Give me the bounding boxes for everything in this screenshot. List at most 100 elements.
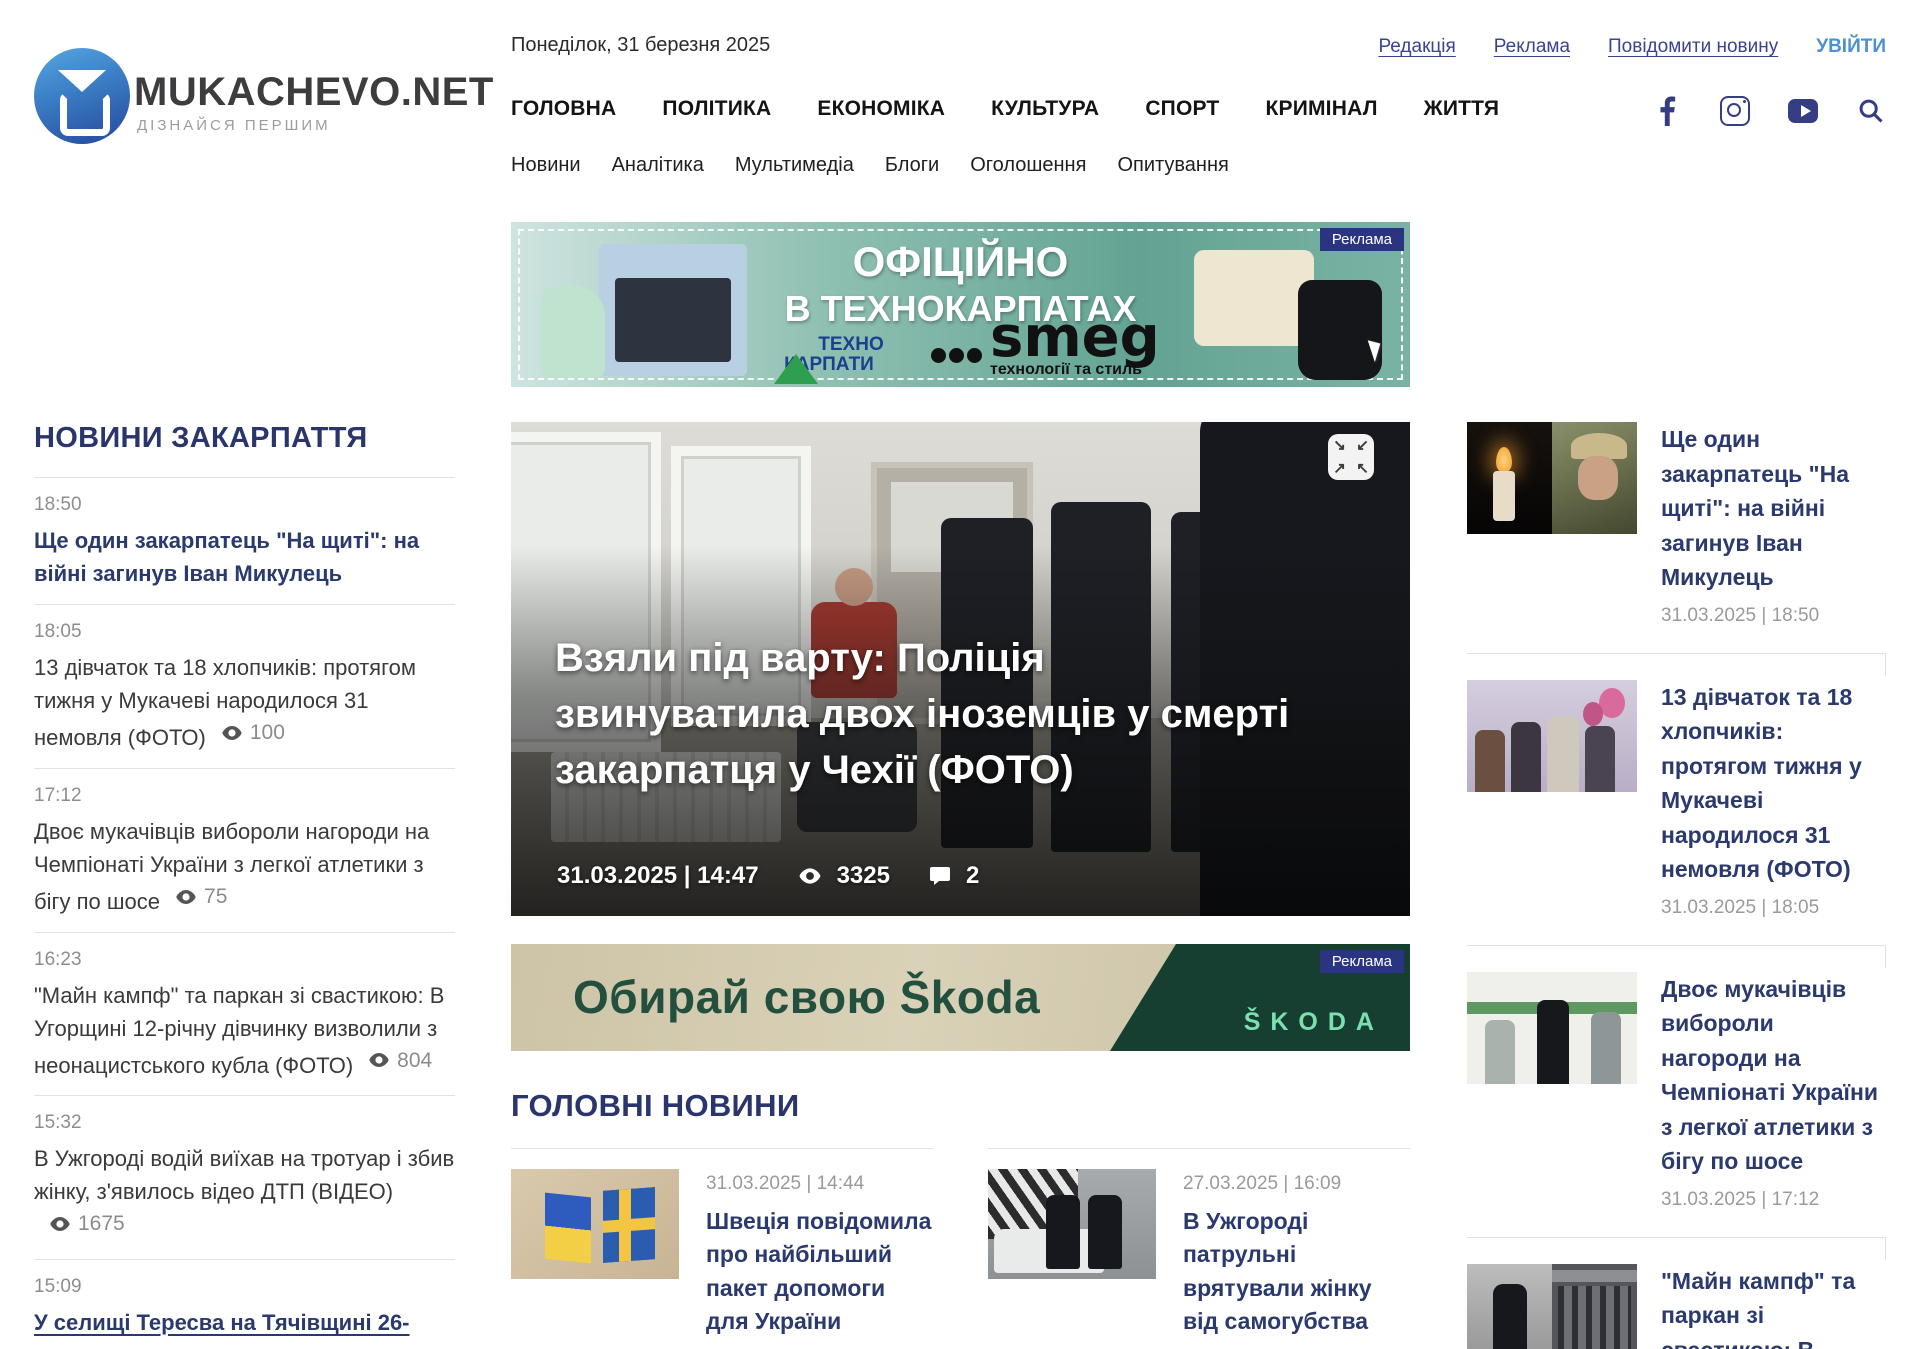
- link-report-news[interactable]: Повідомити новину: [1608, 36, 1778, 58]
- view-count: 100: [220, 717, 285, 749]
- main-nav: ГОЛОВНА ПОЛІТИКА ЕКОНОМІКА КУЛЬТУРА СПОР…: [511, 97, 1499, 121]
- main-news-column: 31.03.2025 | 14:44 Швеція повідомила про…: [511, 1148, 933, 1349]
- logo-box-shape: [60, 92, 110, 136]
- item-title[interactable]: Двоє мукачівців вибороли нагороди на Чем…: [1661, 972, 1886, 1179]
- ad-headline-1: ОФІЦІЙНО: [511, 238, 1410, 286]
- story-thumbnail: [1467, 422, 1637, 534]
- item-time: 15:32: [34, 1112, 455, 1134]
- youtube-icon[interactable]: [1788, 96, 1818, 126]
- search-icon[interactable]: [1856, 96, 1886, 126]
- collapse-icon[interactable]: ↘↙ ↗↖: [1328, 434, 1374, 480]
- story-date: 31.03.2025 | 14:44: [706, 1173, 933, 1195]
- nav-item-holovna[interactable]: ГОЛОВНА: [511, 97, 616, 121]
- hero-comments: 2: [966, 862, 979, 890]
- instagram-icon[interactable]: [1720, 96, 1750, 126]
- list-item[interactable]: 16:23 "Майн кампф" та паркан зі свастико…: [34, 933, 455, 1096]
- main-news-heading: ГОЛОВНІ НОВИНИ: [511, 1088, 1410, 1124]
- smeg-logo: smeg технології та стиль: [931, 316, 1160, 379]
- main-news-section: ГОЛОВНІ НОВИНИ 31.03.2025 | 14:44 Швеція…: [511, 1088, 1410, 1349]
- list-item[interactable]: 15:32 В Ужгороді водій виїхав на тротуар…: [34, 1096, 455, 1259]
- nav-item-sport[interactable]: СПОРТ: [1145, 97, 1219, 121]
- item-date: 31.03.2025 | 18:05: [1661, 897, 1886, 919]
- views-icon: [797, 863, 823, 889]
- list-item[interactable]: "Майн кампф" та паркан зі свастикою: В У…: [1467, 1264, 1886, 1349]
- item-title[interactable]: 13 дівчаток та 18 хлопчиків: протягом ти…: [34, 651, 455, 754]
- story-thumbnail: [1467, 1264, 1637, 1349]
- item-title[interactable]: Ще один закарпатець "На щиті": на війні …: [1661, 422, 1886, 595]
- item-title[interactable]: Двоє мукачівців вибороли нагороди на Чем…: [34, 815, 455, 918]
- nav-item-kryminal[interactable]: КРИМІНАЛ: [1265, 97, 1377, 121]
- item-title[interactable]: У селищі Тересва на Тячівщині 26-: [34, 1306, 455, 1339]
- technokarpaty-logo: ТЕХНОКАРПАТИ: [769, 335, 889, 375]
- subnav-item-oholoshennia[interactable]: Оголошення: [970, 154, 1086, 177]
- page: MUKACHEVO.NET ДІЗНАЙСЯ ПЕРШИМ Понеділок,…: [0, 0, 1920, 1349]
- item-time: 15:09: [34, 1276, 455, 1298]
- login-button[interactable]: УВІЙТИ: [1816, 36, 1886, 58]
- sweden-flag-image: [603, 1187, 655, 1263]
- divider: [1467, 653, 1886, 654]
- story-thumbnail: [1467, 972, 1637, 1084]
- list-item[interactable]: Ще один закарпатець "На щиті": на війні …: [1467, 422, 1886, 653]
- list-item[interactable]: Двоє мукачівців вибороли нагороди на Чем…: [1467, 972, 1886, 1237]
- smeg-logo-dots: [931, 348, 982, 363]
- story-thumbnail: [511, 1169, 679, 1279]
- ad-banner-skoda[interactable]: Обирай свою Škoda ŠKODA Реклама: [511, 944, 1410, 1051]
- comments-icon: [928, 864, 952, 888]
- street-scene-image: [1467, 1264, 1552, 1349]
- view-count: 75: [174, 881, 227, 913]
- technokarpaty-logo-triangle: [774, 337, 818, 384]
- logo-title[interactable]: MUKACHEVO.NET: [134, 70, 494, 115]
- officer-image: [1088, 1195, 1122, 1269]
- list-item[interactable]: 17:12 Двоє мукачівців вибороли нагороди …: [34, 769, 455, 932]
- subnav-item-multymedia[interactable]: Мультимедіа: [735, 154, 854, 177]
- item-title[interactable]: В Ужгороді водій виїхав на тротуар і зби…: [34, 1142, 455, 1245]
- hero-meta: 31.03.2025 | 14:47 3325 2: [557, 862, 979, 890]
- item-time: 18:50: [34, 494, 455, 516]
- officer-image: [1046, 1195, 1080, 1269]
- list-item[interactable]: 18:50 Ще один закарпатець "На щиті": на …: [34, 478, 455, 604]
- smeg-tagline: технології та стиль: [990, 361, 1142, 378]
- hero-date: 31.03.2025 | 14:47: [557, 862, 759, 890]
- list-item[interactable]: 18:05 13 дівчаток та 18 хлопчиків: протя…: [34, 605, 455, 768]
- subnav-item-blohy[interactable]: Блоги: [885, 154, 939, 177]
- logo-tagline: ДІЗНАЙСЯ ПЕРШИМ: [137, 117, 331, 134]
- item-title[interactable]: Ще один закарпатець "На щиті": на війні …: [34, 524, 455, 590]
- nav-item-kultura[interactable]: КУЛЬТУРА: [991, 97, 1099, 121]
- subnav-item-opytuvannia[interactable]: Опитування: [1117, 154, 1228, 177]
- list-item[interactable]: 13 дівчаток та 18 хлопчиків: протягом ти…: [1467, 680, 1886, 945]
- nav-item-zhyttia[interactable]: ЖИТТЯ: [1424, 97, 1500, 121]
- ukraine-flag-image: [545, 1193, 591, 1264]
- link-editorial[interactable]: Редакція: [1378, 36, 1455, 58]
- left-rail-news: НОВИНИ ЗАКАРПАТТЯ 18:50 Ще один закарпат…: [34, 422, 455, 1349]
- right-rail-news: Ще один закарпатець "На щиті": на війні …: [1467, 422, 1886, 1349]
- subnav-item-analityka[interactable]: Аналітика: [612, 154, 704, 177]
- left-rail-heading: НОВИНИ ЗАКАРПАТТЯ: [34, 422, 455, 455]
- site-logo-icon[interactable]: [34, 48, 130, 144]
- story-thumbnail: [1467, 680, 1637, 792]
- list-item[interactable]: 15:09 У селищі Тересва на Тячівщині 26-: [34, 1260, 455, 1349]
- social-bar: [1652, 96, 1886, 126]
- story-title[interactable]: В Ужгороді патрульні врятували жінку від…: [1183, 1205, 1410, 1338]
- nav-item-polityka[interactable]: ПОЛІТИКА: [662, 97, 771, 121]
- subnav-item-novyny[interactable]: Новини: [511, 154, 581, 177]
- item-title[interactable]: "Майн кампф" та паркан зі свастикою: В У…: [1661, 1264, 1886, 1349]
- item-date: 31.03.2025 | 18:50: [1661, 605, 1886, 627]
- fence-image: [1552, 1264, 1637, 1349]
- divider: [1467, 1237, 1886, 1238]
- hero-article[interactable]: ↘↙ ↗↖ Взяли під варту: Поліція звинувати…: [511, 422, 1410, 916]
- hero-views: 3325: [837, 862, 890, 890]
- story-title[interactable]: Швеція повідомила про найбільший пакет д…: [706, 1205, 933, 1338]
- skoda-logo: ŠKODA: [1244, 1008, 1384, 1037]
- link-advertising[interactable]: Реклама: [1494, 36, 1570, 58]
- ad-banner-technokarpaty[interactable]: Реклама ОФІЦІЙНО В ТЕХНОКАРПАТАХ ТЕХНОКА…: [511, 222, 1410, 387]
- story-card[interactable]: 27.03.2025 | 16:09 В Ужгороді патрульні …: [988, 1149, 1410, 1349]
- item-title[interactable]: 13 дівчаток та 18 хлопчиків: протягом ти…: [1661, 680, 1886, 887]
- candle-image: [1467, 422, 1552, 534]
- facebook-icon[interactable]: [1652, 96, 1682, 126]
- story-card[interactable]: 31.03.2025 | 14:44 Швеція повідомила про…: [511, 1149, 933, 1349]
- nav-item-ekonomika[interactable]: ЕКОНОМІКА: [817, 97, 945, 121]
- header-top-links: Редакція Реклама Повідомити новину УВІЙТ…: [1378, 36, 1886, 58]
- item-title[interactable]: "Майн кампф" та паркан зі свастикою: В У…: [34, 979, 455, 1082]
- hero-title[interactable]: Взяли під варту: Поліція звинуватила дво…: [555, 630, 1290, 798]
- story-date: 27.03.2025 | 16:09: [1183, 1173, 1410, 1195]
